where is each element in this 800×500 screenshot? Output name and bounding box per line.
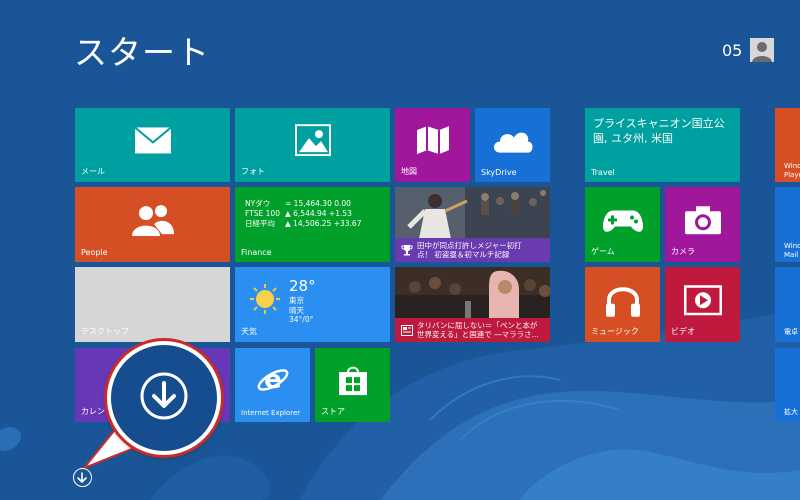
tile-label: Travel — [591, 168, 615, 177]
store-icon — [338, 364, 368, 400]
tile-label: Wind Mail — [784, 242, 800, 260]
news-icon — [401, 321, 413, 340]
weather-range: 34°/0° — [289, 315, 314, 324]
finance-index-value: = 15,464.30 0.00 — [285, 199, 351, 208]
camera-icon — [684, 205, 722, 239]
sun-icon — [249, 283, 281, 319]
finance-index-name: NYダウ — [245, 199, 271, 208]
finance-index-value: ▲ 14,506.25 +33.67 — [285, 219, 362, 228]
mail-icon — [133, 126, 172, 158]
tile-desktop[interactable]: デスクトップ — [75, 267, 230, 342]
trophy-icon — [401, 241, 413, 260]
tile-label: Finance — [241, 248, 272, 257]
svg-text:e: e — [264, 365, 282, 395]
tile-label: 電卓 — [784, 328, 798, 336]
finance-row: NYダウ = 15,464.30 0.00 — [245, 199, 361, 209]
sports-headline-line1: 田中が同点打許しメジャー初打 — [417, 241, 522, 250]
sports-caption: 田中が同点打許しメジャー初打 点！ 初盗塁＆初マルチ記録 — [395, 238, 550, 262]
weather-condition: 晴天 — [289, 305, 304, 315]
finance-row: 日経平均 ▲ 14,506.25 +33.67 — [245, 219, 361, 229]
tile-skydrive[interactable]: SkyDrive — [475, 108, 550, 182]
cloud-icon — [492, 128, 534, 158]
tile-label: Wind Playe — [784, 162, 800, 180]
people-icon — [131, 204, 174, 240]
tile-label: 地図 — [401, 167, 417, 176]
weather-temperature: 28° — [289, 277, 316, 295]
maps-icon — [416, 124, 450, 160]
user-account[interactable]: 05 — [722, 38, 775, 62]
tile-label-line2: Mail — [784, 251, 799, 259]
tile-label: ミュージック — [591, 327, 639, 336]
tile-sports-news[interactable]: 田中が同点打許しメジャー初打 点！ 初盗塁＆初マルチ記録 — [395, 187, 550, 262]
tile-travel[interactable]: プライスキャニオン国立公園, ユタ州, 米国 Travel — [585, 108, 740, 182]
tile-label: SkyDrive — [481, 168, 517, 177]
tile-label-line1: Wind — [784, 162, 800, 170]
tile-label: People — [81, 248, 108, 257]
down-arrow-icon — [75, 470, 89, 489]
news-caption: タリバンに屈しない＝「ペンと本が 世界変える」と国連で ―マララさ... — [395, 318, 550, 342]
finance-index-name: 日経平均 — [245, 219, 275, 228]
tile-camera[interactable]: カメラ — [665, 187, 740, 262]
news-headline-line1: タリバンに屈しない＝「ペンと本が — [417, 321, 538, 330]
tile-label: ビデオ — [671, 327, 695, 336]
sports-headline-line2: 点！ 初盗塁＆初マルチ記録 — [417, 250, 510, 259]
page-title: スタート — [74, 33, 210, 72]
tile-label: メール — [81, 167, 105, 176]
tile-news[interactable]: タリバンに屈しない＝「ペンと本が 世界変える」と国連で ―マララさ... — [395, 267, 550, 342]
tile-internet-explorer[interactable]: e Internet Explorer — [235, 348, 310, 422]
tile-maps[interactable]: 地図 — [395, 108, 470, 182]
game-controller-icon — [602, 206, 643, 238]
headphones-icon — [605, 281, 641, 321]
tile-mail[interactable]: メール — [75, 108, 230, 182]
tile-calculator[interactable]: 電卓 — [775, 267, 800, 342]
tile-label: 拡大 — [784, 408, 798, 416]
finance-index-name: FTSE 100 — [245, 209, 280, 218]
finance-index-value: ▲ 6,544.94 +1.53 — [285, 209, 352, 218]
tile-windows-mail[interactable]: Wind Mail — [775, 187, 800, 262]
tile-weather[interactable]: 28° 東京 晴天 34°/0° 天気 — [235, 267, 390, 342]
tile-store[interactable]: ストア — [315, 348, 390, 422]
video-icon — [683, 284, 722, 319]
avatar-icon — [750, 38, 775, 62]
photos-icon — [294, 124, 331, 160]
travel-headline: プライスキャニオン国立公園, ユタ州, 米国 — [593, 117, 725, 145]
news-headline-line2: 世界変える」と国連で ―マララさ... — [417, 330, 539, 339]
tile-music[interactable]: ミュージック — [585, 267, 660, 342]
tile-magnifier[interactable]: 拡大 — [775, 348, 800, 422]
tile-windows-media-player[interactable]: Wind Playe — [775, 108, 800, 182]
tile-label: 天気 — [241, 327, 257, 336]
internet-explorer-icon: e — [256, 363, 290, 401]
tile-label: カメラ — [671, 247, 695, 256]
tile-label: ゲーム — [591, 247, 615, 256]
down-arrow-icon — [139, 371, 189, 425]
tile-video[interactable]: ビデオ — [665, 267, 740, 342]
finance-quotes: NYダウ = 15,464.30 0.00 FTSE 100 ▲ 6,544.94 … — [245, 199, 361, 229]
weather-city: 東京 — [289, 296, 304, 305]
tile-games[interactable]: ゲーム — [585, 187, 660, 262]
weather-details: 東京 晴天 34°/0° — [289, 296, 313, 325]
news-photo — [395, 267, 550, 319]
sports-photo — [395, 187, 550, 239]
tile-label: ストア — [321, 407, 345, 416]
all-apps-button[interactable] — [73, 468, 92, 487]
tile-label-line2: Playe — [784, 171, 800, 179]
tile-people[interactable]: People — [75, 187, 230, 262]
tile-label-line1: Wind — [784, 242, 800, 250]
tile-label: フォト — [241, 167, 265, 176]
tile-photos[interactable]: フォト — [235, 108, 390, 182]
finance-row: FTSE 100 ▲ 6,544.94 +1.53 — [245, 209, 361, 219]
callout-magnifier — [107, 341, 221, 455]
tile-finance[interactable]: NYダウ = 15,464.30 0.00 FTSE 100 ▲ 6,544.94 … — [235, 187, 390, 262]
tile-label: デスクトップ — [81, 327, 129, 336]
user-name: 05 — [722, 40, 743, 60]
tile-label: Internet Explorer — [241, 409, 301, 417]
